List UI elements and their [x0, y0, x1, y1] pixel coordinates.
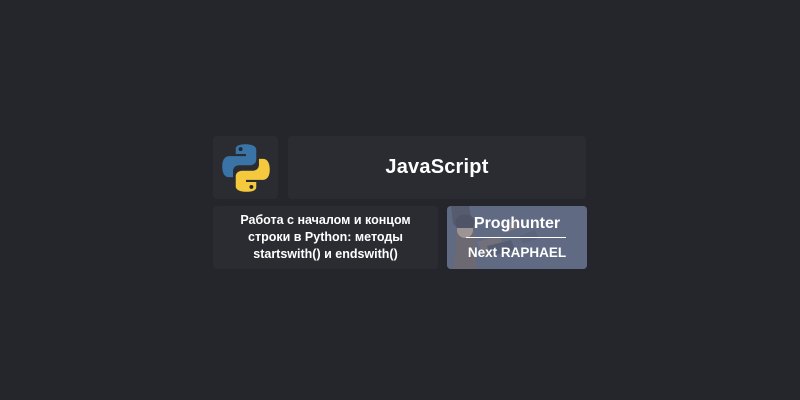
python-logo-icon: [221, 143, 270, 192]
promo-divider: [466, 237, 566, 238]
promo-brand-name: Proghunter: [473, 215, 561, 232]
category-title-card[interactable]: JavaScript: [288, 136, 586, 199]
article-card[interactable]: Работа с началом и концом строки в Pytho…: [213, 206, 438, 269]
promo-subtitle: Next RAPHAEL: [467, 245, 567, 260]
promo-card[interactable]: Proghunter Next RAPHAEL: [447, 206, 587, 269]
category-title: JavaScript: [385, 156, 489, 178]
page: JavaScript Работа с началом и концом стр…: [0, 0, 800, 400]
article-title: Работа с началом и концом строки в Pytho…: [240, 213, 411, 261]
python-logo-tile[interactable]: [213, 136, 278, 199]
